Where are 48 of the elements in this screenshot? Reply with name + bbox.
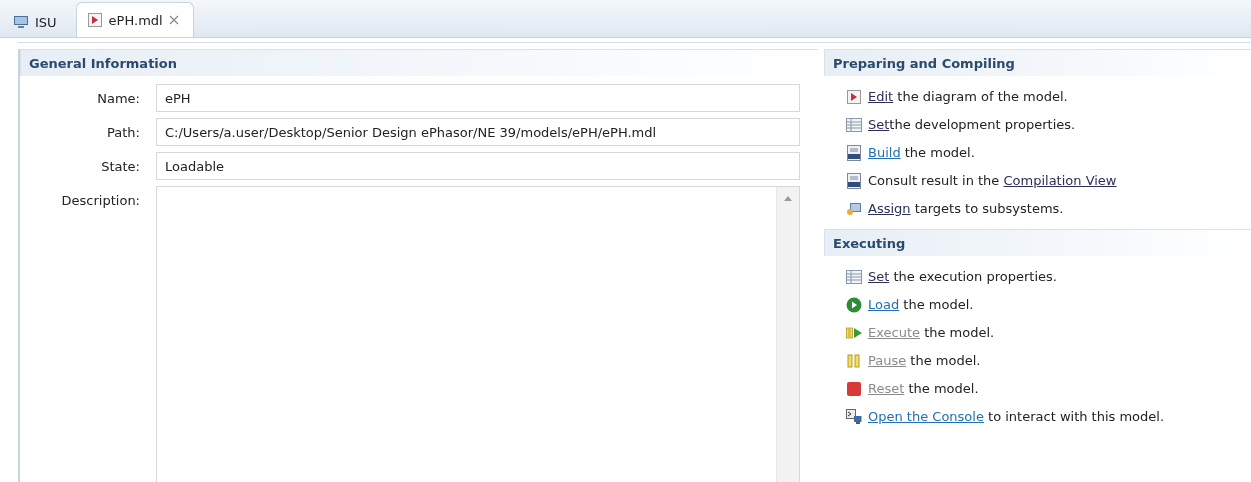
action-link[interactable]: Load [868,297,900,312]
field-label: Path: [106,124,140,142]
action-text: Execute the model. [868,325,995,340]
action-link[interactable]: Build [868,145,901,160]
description-field[interactable] [156,186,800,482]
editor-tab[interactable]: ISU [2,6,72,37]
action-link[interactable]: Set [868,117,890,132]
pause-play-icon [846,324,862,341]
action-text: Open the Console to interact with this model. [868,409,1165,424]
play-icon [846,296,862,313]
pause-icon [846,352,862,369]
diagram-icon [846,88,862,105]
scrollbar[interactable] [776,187,799,482]
scroll-up-icon[interactable] [784,195,792,201]
action-link[interactable]: Assign [868,201,911,216]
action-link[interactable]: Compilation View [1003,173,1117,188]
action-text: Edit the diagram of the model. [868,89,1068,104]
field-label: Name: [96,90,140,108]
editor-tab[interactable]: ePH.mdl [75,2,194,37]
text-field[interactable]: Loadable [156,152,800,180]
action-text: Pause the model. [868,353,981,368]
stop-icon [846,380,862,397]
action-link[interactable]: Open the Console [868,409,984,424]
action-link[interactable]: Edit [868,89,894,104]
text-field[interactable]: ePH [156,84,800,112]
monitor-icon [13,14,29,30]
action-text: Load the model. [868,297,974,312]
diagram-icon [86,12,103,28]
action-text: Reset the model. [868,381,979,396]
computer-icon [846,200,862,217]
close-icon[interactable] [168,15,179,25]
binary-file-icon [846,172,862,189]
console-icon [846,408,862,425]
section-header: Executing [824,229,1251,256]
action-link[interactable]: Set [868,269,890,284]
binary-file-icon [846,144,862,161]
table-icon [846,268,862,285]
field-label: State: [100,158,140,176]
table-icon [846,116,862,133]
section-header: General Information [20,49,818,76]
action-text: Consult result in the Compilation View [868,173,1117,188]
action-text: Set the execution properties. [868,269,1057,284]
action-text: Assign targets to subsystems. [868,201,1064,216]
field-label: Description: [60,192,140,210]
text-field[interactable]: C:/Users/a.user/Desktop/Senior Design ePhasor/NE 39/models/ePH/ePH.mdl [156,118,800,146]
action-text: Build the model. [868,145,975,160]
action-text: Setthe development properties. [868,117,1076,132]
section-header: Preparing and Compiling [824,49,1251,76]
